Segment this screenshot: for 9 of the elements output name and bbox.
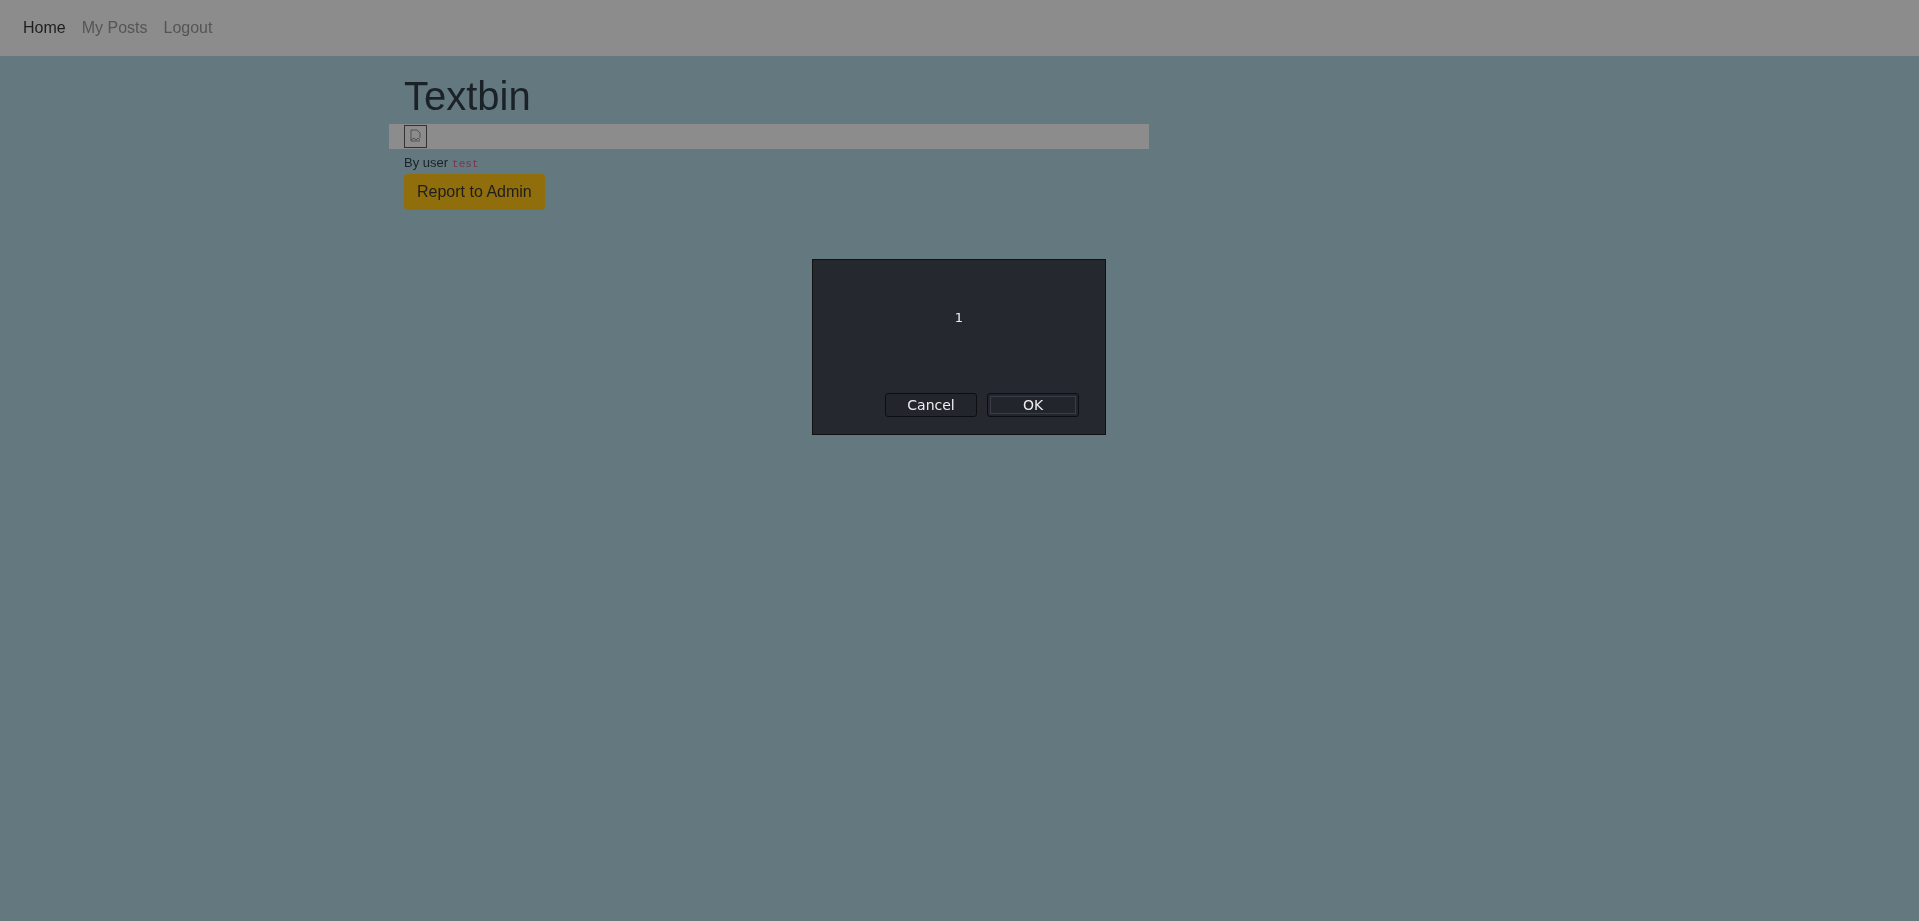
report-button[interactable]: Report to Admin bbox=[404, 174, 545, 210]
author-label: By user bbox=[404, 155, 449, 170]
page-title: Textbin bbox=[404, 76, 532, 116]
dialog-button[interactable]: OK bbox=[987, 393, 1079, 417]
dialog-button[interactable]: Cancel bbox=[885, 393, 977, 417]
author-name: test bbox=[452, 158, 479, 170]
dialog-message: 1 bbox=[953, 310, 965, 327]
broken-image-icon bbox=[404, 125, 427, 148]
nav-link[interactable]: Home bbox=[23, 19, 66, 37]
